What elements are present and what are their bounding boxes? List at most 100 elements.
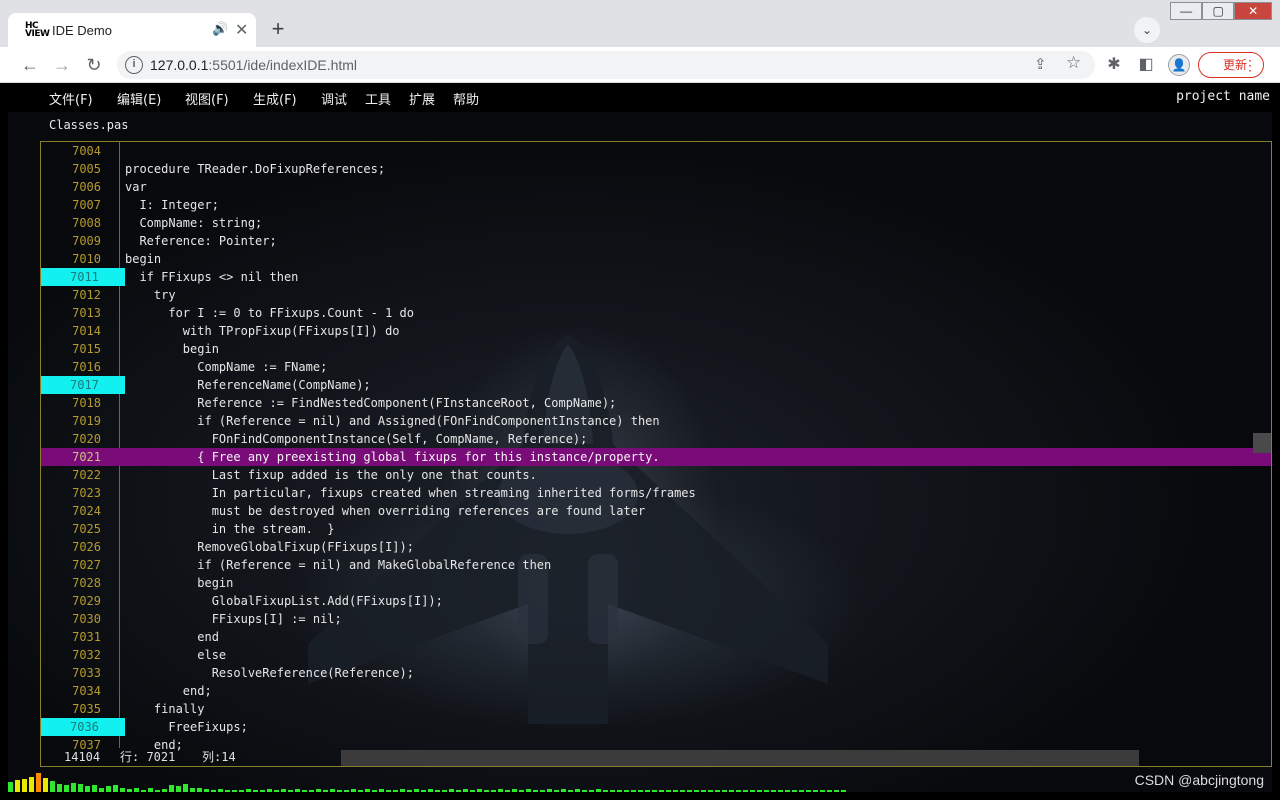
- code-line[interactable]: 7024 must be destroyed when overriding r…: [41, 502, 1271, 520]
- code-line[interactable]: 7026 RemoveGlobalFixup(FFixups[I]);: [41, 538, 1271, 556]
- reload-button[interactable]: ↻: [82, 53, 106, 77]
- menu-debug[interactable]: 调试: [321, 89, 347, 108]
- forward-button[interactable]: →: [50, 53, 74, 77]
- line-number[interactable]: 7025: [41, 520, 101, 538]
- code-line[interactable]: 7023 In particular, fixups created when …: [41, 484, 1271, 502]
- code-line[interactable]: 7011 if FFixups <> nil then: [41, 268, 1271, 286]
- code-line-current[interactable]: 7021 { Free any preexisting global fixup…: [41, 448, 1271, 466]
- file-tab[interactable]: Classes.pas: [49, 118, 128, 132]
- line-number[interactable]: 7026: [41, 538, 101, 556]
- code-line[interactable]: 7007 I: Integer;: [41, 196, 1271, 214]
- line-number[interactable]: 7030: [41, 610, 101, 628]
- menu-help[interactable]: 帮助: [453, 89, 479, 108]
- line-number[interactable]: 7004: [41, 142, 101, 160]
- line-number[interactable]: 7027: [41, 556, 101, 574]
- line-number[interactable]: 7022: [41, 466, 101, 484]
- breakpoint-line-number[interactable]: 7011: [41, 268, 125, 286]
- line-number[interactable]: 7028: [41, 574, 101, 592]
- code-line[interactable]: 7029 GlobalFixupList.Add(FFixups[I]);: [41, 592, 1271, 610]
- code-line[interactable]: 7009 Reference: Pointer;: [41, 232, 1271, 250]
- new-tab-button[interactable]: +: [264, 16, 292, 44]
- code-line[interactable]: 7020 FOnFindComponentInstance(Self, Comp…: [41, 430, 1271, 448]
- code-line[interactable]: 7012 try: [41, 286, 1271, 304]
- menu-file[interactable]: 文件(F): [49, 89, 93, 108]
- code-line[interactable]: 7027 if (Reference = nil) and MakeGlobal…: [41, 556, 1271, 574]
- bookmark-star-icon[interactable]: ☆: [1066, 53, 1081, 73]
- line-number[interactable]: 7034: [41, 682, 101, 700]
- audio-icon[interactable]: 🔊: [212, 21, 228, 37]
- line-number[interactable]: 7016: [41, 358, 101, 376]
- code-line[interactable]: 7035 finally: [41, 700, 1271, 718]
- line-number[interactable]: 7009: [41, 232, 101, 250]
- code-line[interactable]: 7006 var: [41, 178, 1271, 196]
- line-number[interactable]: 7014: [41, 322, 101, 340]
- meter-bar: [729, 790, 734, 792]
- line-number[interactable]: 7010: [41, 250, 101, 268]
- code-line[interactable]: 7036 FreeFixups;: [41, 718, 1271, 736]
- line-number[interactable]: 7029: [41, 592, 101, 610]
- update-button[interactable]: 更新: [1198, 52, 1264, 78]
- maximize-button[interactable]: ▢: [1202, 2, 1235, 20]
- menu-edit[interactable]: 编辑(E): [117, 89, 161, 108]
- line-number[interactable]: 7007: [41, 196, 101, 214]
- menu-extensions[interactable]: 扩展: [409, 89, 435, 108]
- line-number[interactable]: 7008: [41, 214, 101, 232]
- code-line[interactable]: 7018 Reference := FindNestedComponent(FI…: [41, 394, 1271, 412]
- code-line[interactable]: 7004: [41, 142, 1271, 160]
- project-name[interactable]: project name: [1176, 89, 1270, 104]
- code-line[interactable]: 7030 FFixups[I] := nil;: [41, 610, 1271, 628]
- code-line[interactable]: 7032 else: [41, 646, 1271, 664]
- profile-avatar[interactable]: 👤: [1168, 54, 1190, 76]
- line-number[interactable]: 7005: [41, 160, 101, 178]
- line-number[interactable]: 7018: [41, 394, 101, 412]
- line-number[interactable]: 7033: [41, 664, 101, 682]
- code-line[interactable]: 7015 begin: [41, 340, 1271, 358]
- code-line[interactable]: 7028 begin: [41, 574, 1271, 592]
- code-line[interactable]: 7031 end: [41, 628, 1271, 646]
- close-window-button[interactable]: ✕: [1234, 2, 1273, 20]
- code-line[interactable]: 7005 procedure TReader.DoFixupReferences;: [41, 160, 1271, 178]
- code-line[interactable]: 7008 CompName: string;: [41, 214, 1271, 232]
- code-editor[interactable]: 7004 7005 procedure TReader.DoFixupReferen…: [40, 141, 1272, 767]
- line-number[interactable]: 7012: [41, 286, 101, 304]
- code-line[interactable]: 7034 end;: [41, 682, 1271, 700]
- horizontal-scrollbar[interactable]: [341, 750, 1139, 766]
- close-tab-icon[interactable]: ✕: [235, 20, 248, 40]
- tab-search-button[interactable]: ⌄: [1134, 17, 1160, 43]
- code-line[interactable]: 7013 for I := 0 to FFixups.Count - 1 do: [41, 304, 1271, 322]
- code-line[interactable]: 7033 ResolveReference(Reference);: [41, 664, 1271, 682]
- line-number[interactable]: 7021: [41, 448, 101, 466]
- extensions-icon[interactable]: ✱: [1102, 53, 1126, 77]
- line-number[interactable]: 7024: [41, 502, 101, 520]
- line-number[interactable]: 7035: [41, 700, 101, 718]
- code-line[interactable]: 7010 begin: [41, 250, 1271, 268]
- info-icon[interactable]: i: [125, 56, 143, 74]
- breakpoint-line-number[interactable]: 7036: [41, 718, 125, 736]
- menu-build[interactable]: 生成(F): [253, 89, 297, 108]
- line-number[interactable]: 7015: [41, 340, 101, 358]
- menu-view[interactable]: 视图(F): [185, 89, 229, 108]
- code-line[interactable]: 7017 ReferenceName(CompName);: [41, 376, 1271, 394]
- share-icon[interactable]: ⇪: [1034, 55, 1047, 73]
- code-line[interactable]: 7025 in the stream. }: [41, 520, 1271, 538]
- line-number[interactable]: 7013: [41, 304, 101, 322]
- code-line[interactable]: 7019 if (Reference = nil) and Assigned(F…: [41, 412, 1271, 430]
- code-line[interactable]: 7022 Last fixup added is the only one th…: [41, 466, 1271, 484]
- browser-tab[interactable]: HC VIEW IDE Demo 🔊 ✕: [8, 13, 256, 47]
- address-bar[interactable]: i 127.0.0.1:5501/ide/indexIDE.html ⇪ ☆: [117, 51, 1095, 79]
- side-panel-icon[interactable]: ◧: [1134, 53, 1158, 77]
- back-button[interactable]: ←: [18, 53, 42, 77]
- url-text[interactable]: 127.0.0.1:5501/ide/indexIDE.html: [150, 57, 357, 73]
- menu-tools[interactable]: 工具: [365, 89, 391, 108]
- line-number[interactable]: 7031: [41, 628, 101, 646]
- minimize-button[interactable]: —: [1170, 2, 1203, 20]
- code-line[interactable]: 7016 CompName := FName;: [41, 358, 1271, 376]
- breakpoint-line-number[interactable]: 7017: [41, 376, 125, 394]
- line-number[interactable]: 7032: [41, 646, 101, 664]
- vertical-scrollbar[interactable]: [1253, 433, 1271, 453]
- line-number[interactable]: 7023: [41, 484, 101, 502]
- line-number[interactable]: 7020: [41, 430, 101, 448]
- line-number[interactable]: 7019: [41, 412, 101, 430]
- line-number[interactable]: 7006: [41, 178, 101, 196]
- code-line[interactable]: 7014 with TPropFixup(FFixups[I]) do: [41, 322, 1271, 340]
